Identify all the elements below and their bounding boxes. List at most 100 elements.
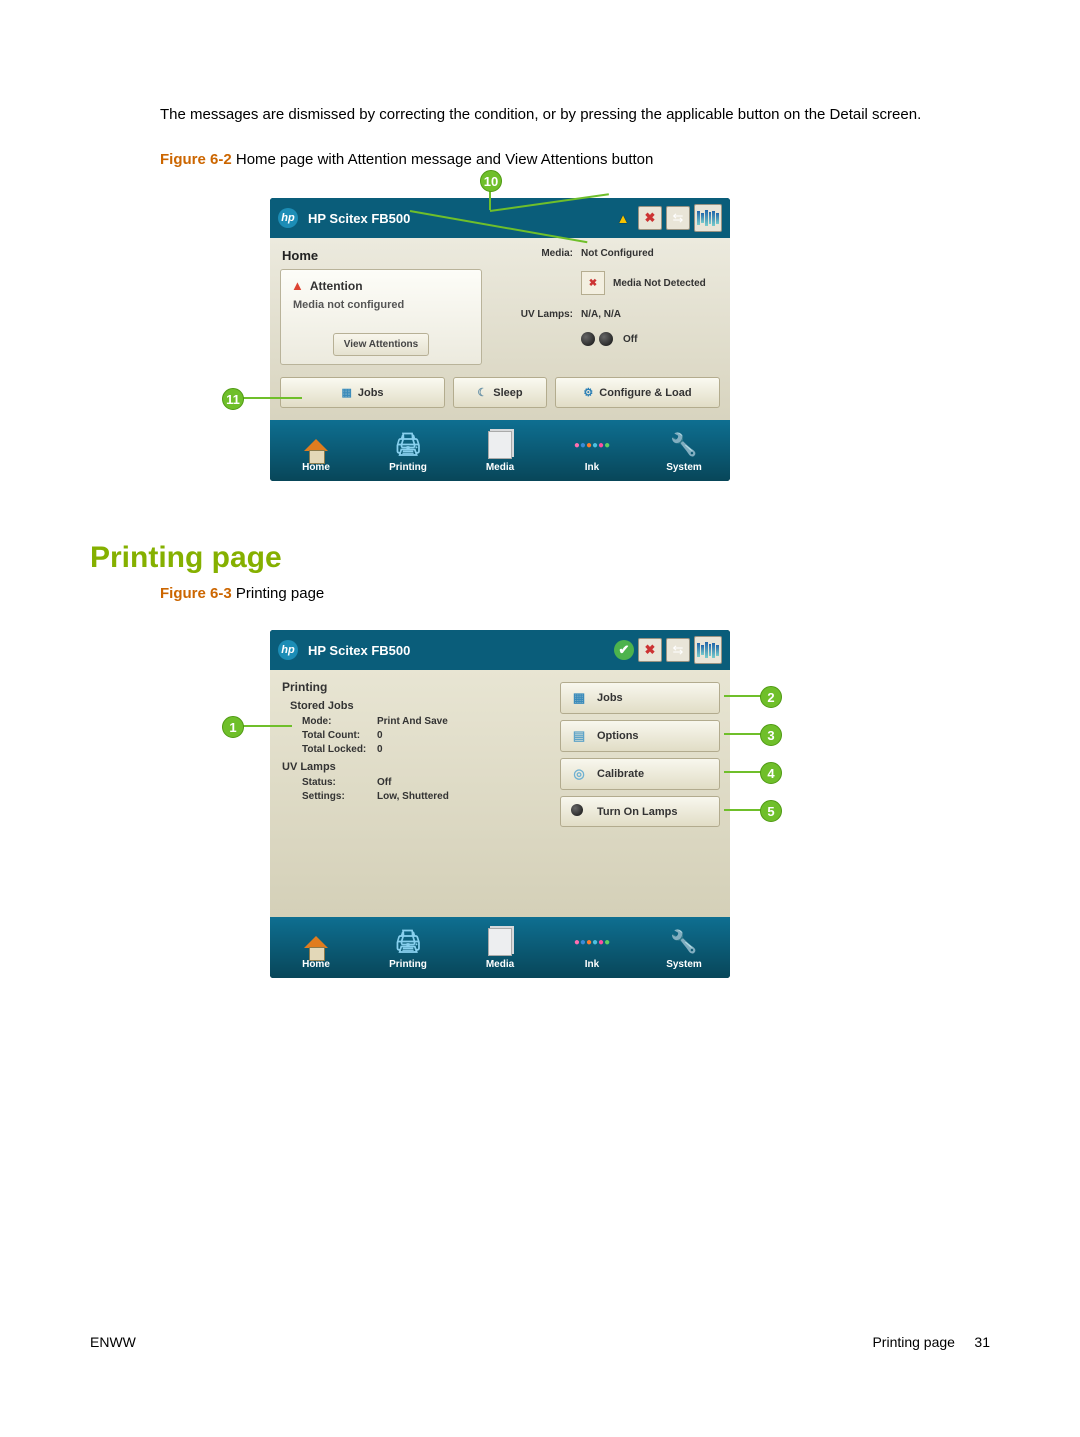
total-locked-label: Total Locked: bbox=[302, 744, 377, 755]
callout-10: 10 bbox=[480, 170, 502, 192]
network-icon[interactable]: ⇆ bbox=[666, 638, 690, 662]
nav-printing-label: Printing bbox=[362, 462, 454, 473]
panel-header: hp HP Scitex FB500 ▲ ✖ ⇆ bbox=[270, 198, 730, 238]
jobs-label: Jobs bbox=[597, 692, 623, 704]
lamp2-icon bbox=[599, 332, 613, 346]
turn-on-lamps-button[interactable]: Turn On Lamps bbox=[560, 796, 720, 827]
wrench-icon: 🔧 bbox=[638, 927, 730, 957]
media-x-icon[interactable]: ✖ bbox=[638, 206, 662, 230]
intro-paragraph: The messages are dismissed by correcting… bbox=[160, 105, 980, 125]
ink-bars-icon[interactable] bbox=[694, 204, 722, 232]
jobs-icon: ▦ bbox=[569, 690, 589, 706]
figure-label: Figure 6-2 bbox=[160, 151, 232, 168]
calibrate-button[interactable]: ◎ Calibrate bbox=[560, 758, 720, 790]
nav-printing[interactable]: 🖨 Printing bbox=[362, 923, 454, 978]
nav-media[interactable]: Media bbox=[454, 923, 546, 978]
view-attentions-button[interactable]: View Attentions bbox=[333, 333, 429, 356]
media-x-icon[interactable]: ✖ bbox=[638, 638, 662, 662]
ink-icon: ●●● ●●● bbox=[546, 927, 638, 957]
gear-icon: ⚙ bbox=[583, 386, 593, 399]
nav-media-label: Media bbox=[454, 462, 546, 473]
callout-2: 2 bbox=[760, 686, 782, 708]
wrench-icon: 🔧 bbox=[638, 430, 730, 460]
settings-value: Low, Shuttered bbox=[377, 791, 449, 802]
uv-off: Off bbox=[623, 334, 718, 345]
media-value: Not Configured bbox=[581, 248, 718, 259]
uv-value: N/A, N/A bbox=[581, 309, 718, 320]
nav-system[interactable]: 🔧 System bbox=[638, 426, 730, 481]
sleep-label: Sleep bbox=[493, 387, 522, 399]
footer-left: ENWW bbox=[90, 1334, 136, 1350]
media-detect: Media Not Detected bbox=[613, 278, 718, 289]
uv-lamps-header: UV Lamps bbox=[282, 761, 550, 773]
figure-6-2: 10 11 hp HP Scitex FB500 ▲ ✖ ⇆ Home bbox=[270, 198, 730, 481]
figure-6-2-caption: Figure 6-2 Home page with Attention mess… bbox=[160, 151, 990, 168]
hp-logo-icon: hp bbox=[278, 208, 298, 228]
status-label: Status: bbox=[302, 777, 377, 788]
nav-media[interactable]: Media bbox=[454, 426, 546, 481]
page-footer: ENWW Printing page 31 bbox=[90, 1334, 990, 1350]
callout-3: 3 bbox=[760, 724, 782, 746]
nav-system[interactable]: 🔧 System bbox=[638, 923, 730, 978]
callout-4: 4 bbox=[760, 762, 782, 784]
nav-ink[interactable]: ●●● ●●● Ink bbox=[546, 426, 638, 481]
page-number: 31 bbox=[974, 1334, 990, 1350]
options-label: Options bbox=[597, 730, 639, 742]
status-value: Off bbox=[377, 777, 391, 788]
printing-icon: 🖨 bbox=[362, 927, 454, 957]
nav-ink[interactable]: ●●● ●●● Ink bbox=[546, 923, 638, 978]
lamp1-icon bbox=[581, 332, 595, 346]
nav-ink-label: Ink bbox=[546, 462, 638, 473]
nav-system-label: System bbox=[638, 462, 730, 473]
configure-load-button[interactable]: ⚙ Configure & Load bbox=[555, 377, 720, 408]
sleep-button[interactable]: ☾ Sleep bbox=[453, 377, 547, 408]
nav-media-label: Media bbox=[454, 959, 546, 970]
mode-label: Mode: bbox=[302, 716, 377, 727]
figure-desc: Printing page bbox=[232, 585, 325, 602]
nav-printing[interactable]: 🖨 Printing bbox=[362, 426, 454, 481]
configure-label: Configure & Load bbox=[599, 387, 691, 399]
callout-5: 5 bbox=[760, 800, 782, 822]
media-icon bbox=[488, 431, 512, 459]
nav-home[interactable]: Home bbox=[270, 923, 362, 978]
callout-1: 1 bbox=[222, 716, 244, 738]
bottom-nav: Home 🖨 Printing Media ●●● ●●● Ink bbox=[270, 420, 730, 481]
model-name: HP Scitex FB500 bbox=[308, 643, 614, 658]
figure-6-3: 1 2 3 4 5 hp HP Scitex FB500 ✔ ✖ ⇆ bbox=[270, 630, 730, 978]
nav-system-label: System bbox=[638, 959, 730, 970]
lamps-label: Turn On Lamps bbox=[597, 806, 677, 818]
moon-icon: ☾ bbox=[477, 386, 487, 399]
nav-ink-label: Ink bbox=[546, 959, 638, 970]
media-nodetect-icon: ✖ bbox=[581, 271, 605, 295]
attention-message: Media not configured bbox=[293, 299, 471, 311]
callout-11: 11 bbox=[222, 388, 244, 410]
total-count-value: 0 bbox=[377, 730, 383, 741]
figure-label: Figure 6-3 bbox=[160, 585, 232, 602]
stored-jobs-header: Stored Jobs bbox=[290, 700, 550, 712]
panel-header: hp HP Scitex FB500 ✔ ✖ ⇆ bbox=[270, 630, 730, 670]
home-icon bbox=[304, 439, 328, 451]
ink-icon: ●●● ●●● bbox=[546, 430, 638, 460]
bottom-nav: Home 🖨 Printing Media ●●● ●●● Ink bbox=[270, 917, 730, 978]
options-button[interactable]: ▤Options bbox=[560, 720, 720, 752]
figure-6-3-caption: Figure 6-3 Printing page bbox=[160, 585, 990, 602]
printing-icon: 🖨 bbox=[362, 430, 454, 460]
warning-icon[interactable]: ▲ bbox=[612, 207, 634, 229]
printer-home-panel: hp HP Scitex FB500 ▲ ✖ ⇆ Home ▲ Attentio… bbox=[270, 198, 730, 481]
nav-printing-label: Printing bbox=[362, 959, 454, 970]
home-icon bbox=[304, 936, 328, 948]
network-icon[interactable]: ⇆ bbox=[666, 206, 690, 230]
jobs-button[interactable]: ▦ Jobs bbox=[280, 377, 445, 408]
total-locked-value: 0 bbox=[377, 744, 383, 755]
jobs-label: Jobs bbox=[358, 387, 384, 399]
attention-title: Attention bbox=[310, 279, 363, 293]
jobs-button[interactable]: ▦ Jobs bbox=[560, 682, 720, 714]
calibrate-label: Calibrate bbox=[597, 768, 644, 780]
total-count-label: Total Count: bbox=[302, 730, 377, 741]
section-heading: Printing page bbox=[90, 541, 990, 575]
ink-bars-icon[interactable] bbox=[694, 636, 722, 664]
calibrate-icon: ◎ bbox=[569, 766, 589, 782]
attention-icon: ▲ bbox=[291, 278, 304, 293]
nav-home[interactable]: Home bbox=[270, 426, 362, 481]
status-ok-icon[interactable]: ✔ bbox=[614, 640, 634, 660]
